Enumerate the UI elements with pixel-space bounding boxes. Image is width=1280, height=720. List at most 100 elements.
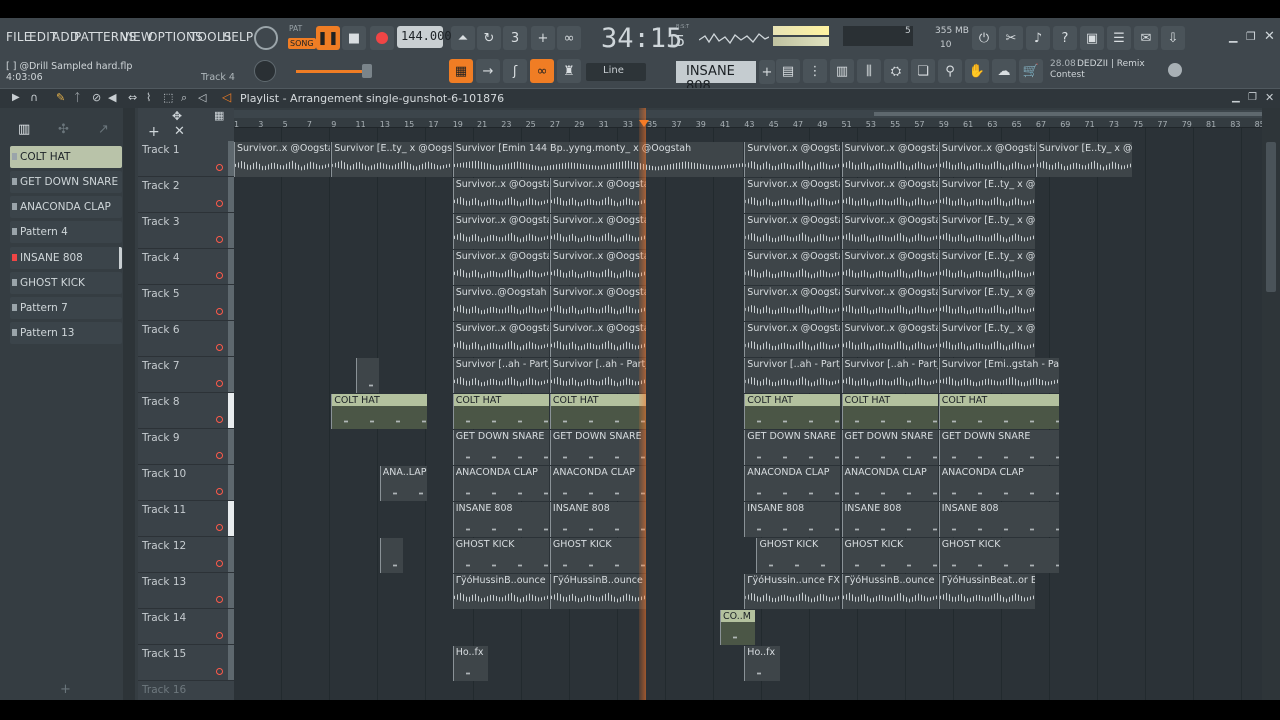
track-header[interactable]: Track 6 <box>138 321 234 357</box>
audio-clip[interactable]: ΓÿóHussinBeat..or Bounce FX <box>938 574 1035 609</box>
audio-clip[interactable]: Survivor..x @Oogstah <box>744 214 841 249</box>
audio-clip[interactable]: ΓÿóHussinB..ounce FX <box>549 574 647 609</box>
track-header[interactable]: Track 3 <box>138 213 234 249</box>
pattern-clip[interactable]: GHOST KICK <box>452 538 549 573</box>
track-record-icon[interactable] <box>216 524 223 531</box>
song-mode-button[interactable]: SONG <box>288 38 316 49</box>
pattern-clip[interactable]: CO..M <box>720 610 756 645</box>
pencil-icon[interactable]: ✎ <box>56 91 65 104</box>
pattern-clip[interactable]: INSANE 808 <box>841 502 938 537</box>
menu-file[interactable]: FILE <box>6 30 32 44</box>
help-icon[interactable]: ? <box>1053 26 1077 50</box>
track-header[interactable]: Track 7 <box>138 357 234 393</box>
audio-clip[interactable]: Survivor..x @Oogstah <box>841 142 938 177</box>
news-title[interactable]: DEDZII | Remix <box>1077 59 1145 69</box>
microphone-icon[interactable]: ♪ <box>1026 26 1050 50</box>
piano-roll-icon[interactable]: ▦ <box>449 59 473 83</box>
audio-clip[interactable]: Survivor [E..ty_ x @Oogstah <box>938 178 1035 213</box>
track-header[interactable]: Track 11 <box>138 501 234 537</box>
plugin-icon[interactable]: ❏ <box>911 59 935 83</box>
track-header[interactable]: Track 4 <box>138 249 234 285</box>
blend-notes-icon[interactable]: + <box>531 26 555 50</box>
audio-clip[interactable]: Survivor [..ah - Part_1 <box>549 358 647 393</box>
shop-icon[interactable]: 🛒 <box>1019 59 1043 83</box>
export-icon[interactable]: ☰ <box>1107 26 1131 50</box>
pattern-item[interactable]: GET DOWN SNARE <box>10 171 122 193</box>
cloud-icon[interactable]: ☁ <box>992 59 1016 83</box>
select-icon[interactable]: ⬚ <box>163 91 173 104</box>
audio-clip[interactable]: Survivo..@Oogstah <box>452 286 549 321</box>
track-header[interactable]: Track 9 <box>138 429 234 465</box>
globe-icon[interactable] <box>1168 63 1182 77</box>
audio-clip[interactable]: Survivor..x @Oogstah <box>744 250 841 285</box>
audio-clip[interactable]: Survivor..x @Oogstah <box>452 250 549 285</box>
audio-clip[interactable]: Survivor [E..ty_ x @Oogstah <box>938 286 1035 321</box>
pattern-item[interactable]: Pattern 4 <box>10 221 122 243</box>
track-record-icon[interactable] <box>216 380 223 387</box>
audio-clip[interactable]: Survivor..x @Oogstah <box>549 286 647 321</box>
countdown-icon[interactable]: 3 <box>503 26 527 50</box>
audio-clip[interactable]: Survivor..x @Oogstah <box>452 322 549 357</box>
pattern-clip[interactable]: ANACONDA CLAP <box>452 466 549 501</box>
brush-icon[interactable]: ᛏ <box>74 91 81 104</box>
audio-clip[interactable]: Survivor..x @Oogstah <box>744 178 841 213</box>
audio-clip[interactable]: Survivor..x @Oogstah <box>452 214 549 249</box>
audio-clip[interactable]: ΓÿóHussin..unce FX <box>744 574 841 609</box>
track-header[interactable]: Track 13 <box>138 573 234 609</box>
pattern-clip[interactable]: INSANE 808 <box>938 502 1060 537</box>
audio-clip[interactable]: Survivor..x @Oogstah <box>549 178 647 213</box>
audio-clip[interactable]: Survivor [..ah - Part_1 <box>841 358 938 393</box>
track-header[interactable]: Track 2 <box>138 177 234 213</box>
pattern-item[interactable]: Pattern 7 <box>10 297 122 319</box>
audio-clip[interactable]: Survivor..x @Oogstah <box>841 214 938 249</box>
audio-clip[interactable]: Survivor..x @Oogstah <box>744 142 841 177</box>
audio-clip[interactable]: Survivor [E..ty_ x @Oogstah <box>938 322 1035 357</box>
track-header[interactable]: Track 1 <box>138 141 234 177</box>
scroll-arrows-icon[interactable]: ✥ <box>172 109 182 123</box>
pattern-clip[interactable]: ANA..LAP <box>379 466 428 501</box>
track-header[interactable]: Track 14 <box>138 609 234 645</box>
close-track-icon[interactable]: ✕ <box>174 124 185 139</box>
track-record-icon[interactable] <box>216 200 223 207</box>
master-pitch-knob[interactable] <box>254 60 276 82</box>
audio-clip[interactable]: ΓÿóHussinB..ounce FX <box>841 574 938 609</box>
menu-help[interactable]: HELP <box>222 30 253 44</box>
timeline-ruler[interactable]: 1 3 5 7 9 11 13 15 17 19 21 23 25 27 29 31 33 35 37 39 41 43 4… <box>234 108 1274 129</box>
plug-icon[interactable]: ⚲ <box>938 59 962 83</box>
audio-clip[interactable]: Survivor [..ah - Part_1 <box>744 358 841 393</box>
playlist-close-icon[interactable]: ✕ <box>1265 91 1274 104</box>
delete-icon[interactable]: ⊘ <box>92 91 101 104</box>
breadcrumb-arrow-icon[interactable]: › <box>498 92 502 105</box>
snap-select[interactable]: Line <box>586 63 646 81</box>
pattern-clip[interactable] <box>355 358 379 393</box>
audio-clip[interactable]: Survivor..x @Oogstah <box>549 250 647 285</box>
pattern-clip[interactable]: COLT HAT <box>938 394 1060 429</box>
pattern-clip[interactable]: INSANE 808 <box>744 502 841 537</box>
pattern-item[interactable]: Pattern 13 <box>10 322 122 344</box>
playlist-minimize-icon[interactable]: ▁ <box>1232 92 1240 103</box>
track-record-icon[interactable] <box>216 668 223 675</box>
arrangement-grid[interactable]: Survivor..x @Oogstah Survivor [E..ty_ x @… <box>234 128 1262 700</box>
metronome-icon[interactable]: ⏶ <box>451 26 475 50</box>
pattern-clip[interactable]: GHOST KICK <box>549 538 647 573</box>
pattern-item[interactable]: GHOST KICK <box>10 272 122 294</box>
playlist-icon[interactable]: ▤ <box>776 59 800 83</box>
pattern-clip[interactable]: GET DOWN SNARE <box>938 430 1060 465</box>
pattern-clip[interactable]: INSANE 808 <box>549 502 647 537</box>
restore-icon[interactable]: ❐ <box>1246 30 1256 43</box>
track-header[interactable]: Track 12 <box>138 537 234 573</box>
pattern-clip[interactable]: Ho..fx <box>452 646 489 681</box>
vertical-scrollbar-thumb[interactable] <box>1266 142 1276 292</box>
audio-clip[interactable]: Survivor [E..ty_ x @Oogstah <box>938 214 1035 249</box>
paint-icon[interactable]: ʃ <box>503 59 527 83</box>
audio-clip[interactable]: Survivor..x @Oogstah <box>549 214 647 249</box>
vertical-scrollbar[interactable] <box>1262 108 1280 700</box>
audio-clip[interactable]: Survivor [Emin 144 Bp..yyng.monty_ x @Oo… <box>452 142 744 177</box>
automation-icon[interactable]: ↗ <box>98 122 109 137</box>
track-record-icon[interactable] <box>216 272 223 279</box>
pattern-clip[interactable]: ANACONDA CLAP <box>744 466 841 501</box>
pause-icon[interactable]: ❚❚ <box>316 26 340 50</box>
save-icon[interactable]: ▣ <box>1080 26 1104 50</box>
record-icon[interactable] <box>370 26 394 50</box>
pattern-scrollbar[interactable] <box>123 108 135 700</box>
